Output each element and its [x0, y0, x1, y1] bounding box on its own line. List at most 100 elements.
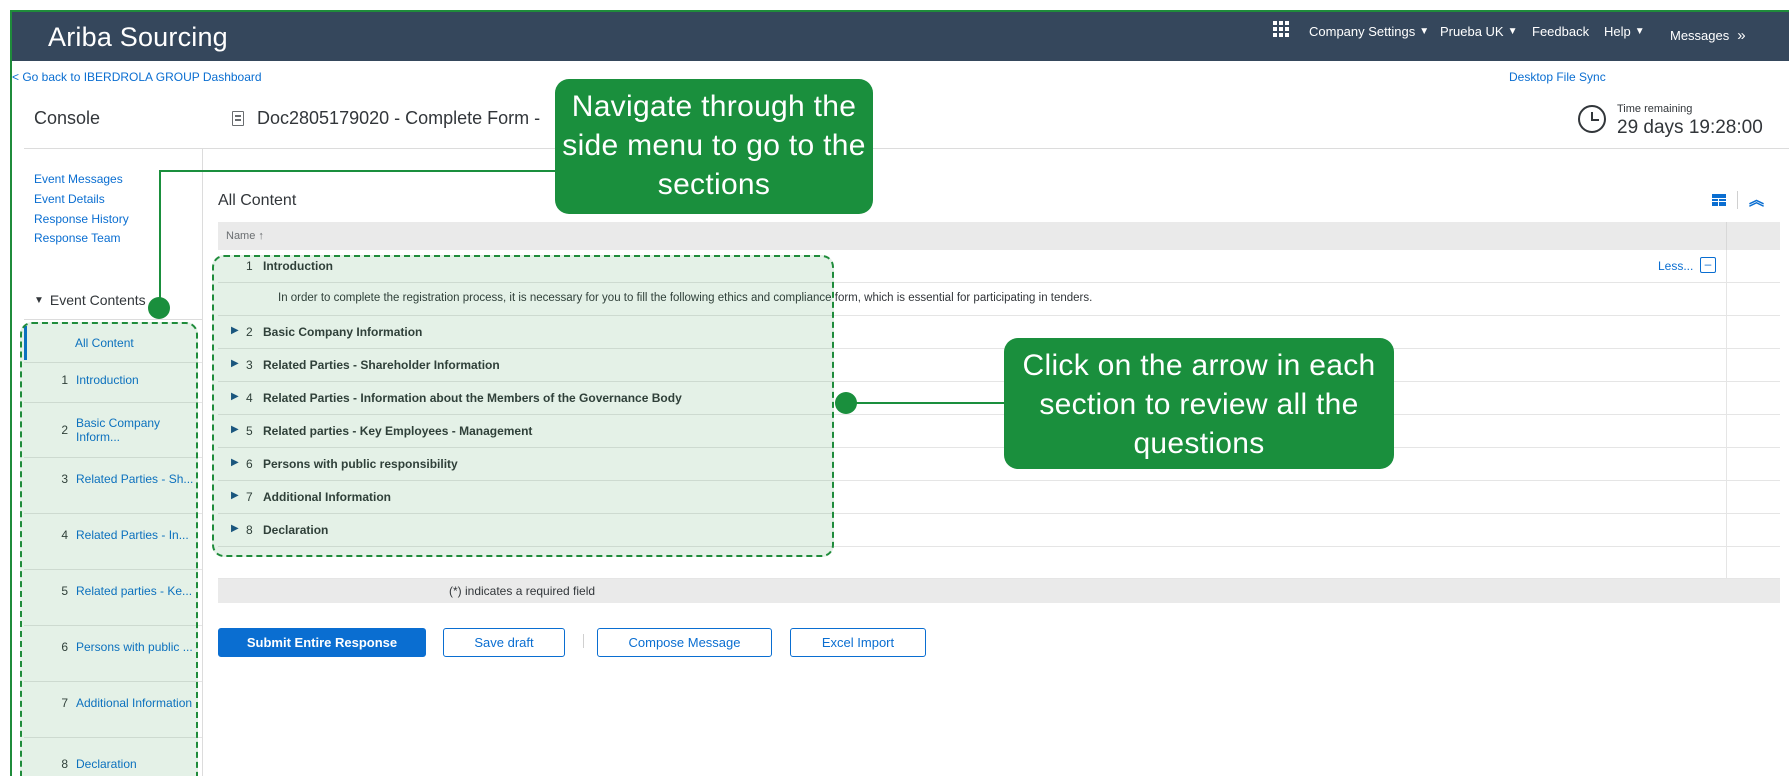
- prueba-menu[interactable]: Prueba UK ▼: [1440, 24, 1518, 39]
- expand-arrow-icon[interactable]: ▶: [231, 523, 239, 534]
- row-number: 4: [246, 391, 253, 405]
- expand-arrow-icon[interactable]: ▶: [231, 325, 239, 336]
- sidebar-link-response-team[interactable]: Response Team: [34, 231, 121, 245]
- double-chevron-right-icon: »: [1737, 27, 1746, 44]
- time-remaining-label: Time remaining: [1617, 103, 1693, 115]
- table-row[interactable]: ▶ 7 Additional Information: [218, 481, 1780, 514]
- nav-number: 6: [61, 640, 68, 654]
- save-draft-button[interactable]: Save draft: [443, 628, 565, 657]
- sidebar-link-event-details[interactable]: Event Details: [34, 192, 105, 206]
- nav-number: 8: [61, 757, 68, 771]
- sidebar-item-2[interactable]: 2 Basic Company Inform...: [48, 416, 202, 444]
- row-number: 2: [246, 325, 253, 339]
- column-divider: [1726, 283, 1727, 315]
- row-number: 6: [246, 457, 253, 471]
- sidebar-item-5[interactable]: 5 Related parties - Ke...: [48, 584, 202, 598]
- table-view-icon[interactable]: [1712, 194, 1726, 206]
- app-grid-icon[interactable]: [1273, 21, 1289, 37]
- company-settings-menu[interactable]: Company Settings ▼: [1309, 24, 1429, 39]
- sidebar-item-all-content[interactable]: All Content: [75, 336, 134, 350]
- divider: [24, 319, 202, 320]
- nav-label: Basic Company Inform...: [76, 416, 161, 444]
- caret-down-icon: ▼: [34, 294, 44, 306]
- column-divider: [1726, 481, 1727, 513]
- content-title: All Content: [218, 192, 297, 209]
- header-divider: [24, 148, 1789, 149]
- nav-label: Additional Information: [76, 696, 193, 710]
- document-icon: [232, 111, 244, 126]
- expand-arrow-icon[interactable]: ▶: [231, 391, 239, 402]
- row-title: Related Parties - Information about the …: [263, 391, 682, 405]
- row-number: 1: [246, 259, 253, 273]
- back-to-dashboard-link[interactable]: < Go back to IBERDROLA GROUP Dashboard: [12, 70, 262, 84]
- nav-label: Persons with public ...: [76, 640, 193, 654]
- table-row[interactable]: ▶ 3 Related Parties - Shareholder Informat…: [218, 349, 1780, 382]
- feedback-link[interactable]: Feedback: [1532, 24, 1589, 39]
- less-link[interactable]: Less...: [1658, 259, 1693, 273]
- sidebar-link-response-history[interactable]: Response History: [34, 212, 129, 226]
- messages-link[interactable]: Messages »: [1670, 27, 1746, 44]
- compose-message-button[interactable]: Compose Message: [597, 628, 772, 657]
- document-title: Doc2805179020 - Complete Form -: [257, 108, 541, 128]
- sidebar-link-event-messages[interactable]: Event Messages: [34, 172, 123, 186]
- table-row[interactable]: ▶ 8 Declaration: [218, 514, 1780, 547]
- table-row-empty: [218, 547, 1780, 579]
- excel-import-button[interactable]: Excel Import: [790, 628, 926, 657]
- table-header: Name ↑: [218, 222, 1780, 250]
- table-row[interactable]: ▶ 5 Related parties - Key Employees - Mana…: [218, 415, 1780, 448]
- row-number: 3: [246, 358, 253, 372]
- sidebar-item-8[interactable]: 8 Declaration: [48, 757, 202, 771]
- column-divider: [1726, 349, 1727, 381]
- table-row[interactable]: ▶ 6 Persons with public responsibility: [218, 448, 1780, 481]
- expand-arrow-icon[interactable]: ▶: [231, 490, 239, 501]
- expand-arrow-icon[interactable]: ▶: [231, 457, 239, 468]
- column-divider: [1726, 448, 1727, 480]
- sidebar-item-7[interactable]: 7 Additional Information: [48, 696, 202, 710]
- event-contents-toggle[interactable]: ▼ Event Contents: [34, 292, 146, 308]
- table-row-description: In order to complete the registration pr…: [218, 283, 1780, 316]
- nav-number: 3: [61, 472, 68, 486]
- chevron-down-icon: ▼: [1634, 26, 1645, 37]
- collapse-all-icon[interactable]: ︽: [1749, 189, 1764, 210]
- column-divider: [1726, 382, 1727, 414]
- nav-number: 5: [61, 584, 68, 598]
- divider: [24, 362, 202, 363]
- messages-label: Messages: [1670, 28, 1730, 43]
- row-number: 8: [246, 523, 253, 537]
- table-row[interactable]: ▶ 4 Related Parties - Information about th…: [218, 382, 1780, 415]
- name-column-header[interactable]: Name ↑: [226, 230, 264, 242]
- nav-number: 7: [61, 696, 68, 710]
- column-divider: [1726, 316, 1727, 348]
- sidebar-item-6[interactable]: 6 Persons with public ...: [48, 640, 202, 654]
- table-row[interactable]: 1 Introduction Less... –: [218, 250, 1780, 283]
- help-menu[interactable]: Help ▼: [1604, 24, 1645, 39]
- table-row[interactable]: ▶ 2 Basic Company Information: [218, 316, 1780, 349]
- sidebar-item-1[interactable]: 1 Introduction: [48, 373, 202, 387]
- collapse-icon[interactable]: –: [1700, 257, 1716, 273]
- expand-arrow-icon[interactable]: ▶: [231, 424, 239, 435]
- expand-arrow-icon[interactable]: ▶: [231, 358, 239, 369]
- callout-dot: [835, 392, 857, 414]
- submit-entire-response-button[interactable]: Submit Entire Response: [218, 628, 426, 657]
- nav-label: Declaration: [76, 757, 137, 771]
- app-window: Ariba Sourcing Company Settings ▼ Prueba …: [10, 10, 1789, 776]
- row-title: Introduction: [263, 259, 333, 273]
- arrow-callout: Click on the arrow in each section to re…: [1004, 338, 1394, 469]
- table-footer: (*) indicates a required field: [218, 579, 1780, 603]
- feedback-label: Feedback: [1532, 24, 1590, 39]
- row-title: Additional Information: [263, 490, 391, 504]
- divider: [24, 737, 202, 738]
- divider: [24, 402, 202, 403]
- sidebar-item-4[interactable]: 4 Related Parties - In...: [48, 528, 202, 542]
- nav-label: Related Parties - Sh...: [76, 472, 194, 486]
- column-divider: [1726, 222, 1727, 250]
- callout-connector: [159, 170, 161, 310]
- desktop-file-sync-link[interactable]: Desktop File Sync: [1509, 70, 1606, 84]
- active-indicator: [24, 326, 27, 360]
- introduction-text: In order to complete the registration pr…: [278, 292, 1093, 304]
- row-title: Persons with public responsibility: [263, 457, 458, 471]
- sidebar-divider: [202, 148, 203, 776]
- top-bar: Ariba Sourcing Company Settings ▼ Prueba …: [12, 12, 1789, 61]
- sidebar-item-3[interactable]: 3 Related Parties - Sh...: [48, 472, 202, 486]
- column-divider: [1726, 547, 1727, 578]
